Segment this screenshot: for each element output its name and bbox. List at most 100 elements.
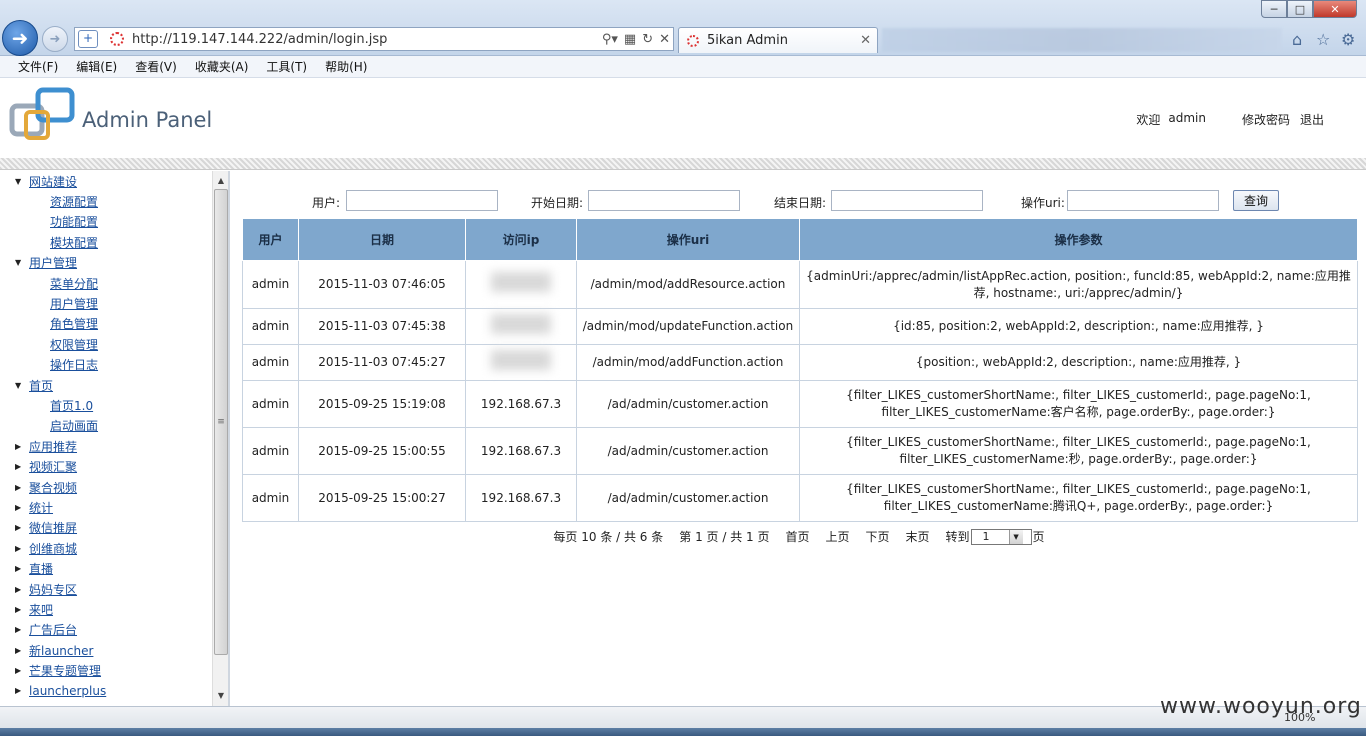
sidebar-group-label[interactable]: 新launcher	[29, 642, 93, 659]
caret-right-icon[interactable]: ▶	[15, 462, 25, 471]
change-password-link[interactable]: 修改密码	[1242, 111, 1290, 128]
sidebar-item-label[interactable]: 功能配置	[50, 213, 98, 230]
sidebar-group-label[interactable]: 芒果专题管理	[29, 662, 101, 679]
sidebar-item[interactable]: 首页1.0	[0, 395, 212, 415]
caret-right-icon[interactable]: ▶	[15, 605, 25, 614]
sidebar-item[interactable]: 功能配置	[0, 212, 212, 232]
sidebar-group-label[interactable]: 创维商城	[29, 540, 77, 557]
sidebar-item-label[interactable]: 模块配置	[50, 234, 98, 251]
url-text[interactable]: http://119.147.144.222/admin/login.jsp	[132, 32, 599, 47]
address-bar[interactable]: + http://119.147.144.222/admin/login.jsp…	[74, 27, 674, 51]
refresh-icon[interactable]: ↻	[642, 32, 653, 47]
pager-last-link[interactable]: 末页	[906, 528, 930, 545]
query-button[interactable]: 查询	[1233, 190, 1279, 211]
menu-file[interactable]: 文件(F)	[18, 58, 58, 75]
sidebar-item-label[interactable]: 首页1.0	[50, 397, 93, 414]
sidebar-item[interactable]: 权限管理	[0, 334, 212, 354]
scroll-up-icon[interactable]: ▲	[213, 173, 228, 189]
sidebar-group[interactable]: ▶ 妈妈专区	[0, 579, 212, 599]
caret-right-icon[interactable]: ▶	[15, 666, 25, 675]
sidebar-item[interactable]: 启动画面	[0, 416, 212, 436]
sidebar-group[interactable]: ▼ 网站建设	[0, 171, 212, 191]
logout-link[interactable]: 退出	[1300, 111, 1324, 128]
pager-next-link[interactable]: 下页	[866, 528, 890, 545]
stop-icon[interactable]: ✕	[659, 32, 670, 47]
sidebar-group[interactable]: ▼ 首页	[0, 375, 212, 395]
caret-right-icon[interactable]: ▶	[15, 625, 25, 634]
sidebar-group-label[interactable]: 用户管理	[29, 254, 77, 271]
sidebar-item-label[interactable]: 资源配置	[50, 193, 98, 210]
sidebar-item-label[interactable]: 操作日志	[50, 356, 98, 373]
sidebar-group[interactable]: ▶ 聚合视频	[0, 477, 212, 497]
compatibility-view-button[interactable]: +	[78, 30, 98, 48]
sidebar-group[interactable]: ▶ 来吧	[0, 599, 212, 619]
sidebar-group-label[interactable]: 微信推屏	[29, 519, 77, 536]
sidebar-group[interactable]: ▶ 统计	[0, 497, 212, 517]
sidebar-item-label[interactable]: 菜单分配	[50, 275, 98, 292]
sidebar-group[interactable]: ▶ 芒果专题管理	[0, 660, 212, 680]
page-select[interactable]: 1 ▼	[970, 528, 1032, 545]
sidebar-group-label[interactable]: 来吧	[29, 601, 53, 618]
sidebar-group[interactable]: ▶ 微信推屏	[0, 518, 212, 538]
sidebar-item[interactable]: 用户管理	[0, 293, 212, 313]
search-icon[interactable]: ⚲▾	[602, 32, 618, 47]
sidebar-group[interactable]: ▶ 创维商城	[0, 538, 212, 558]
sidebar-group-label[interactable]: 首页	[29, 377, 53, 394]
sidebar-item[interactable]: 角色管理	[0, 314, 212, 334]
home-icon[interactable]: ⌂	[1292, 30, 1302, 49]
sidebar-item-label[interactable]: 权限管理	[50, 336, 98, 353]
caret-right-icon[interactable]: ▶	[15, 483, 25, 492]
menu-favorites[interactable]: 收藏夹(A)	[195, 58, 249, 75]
user-filter-input[interactable]	[346, 190, 498, 211]
caret-right-icon[interactable]: ▶	[15, 564, 25, 573]
caret-down-icon[interactable]: ▼	[15, 381, 25, 390]
menu-view[interactable]: 查看(V)	[135, 58, 177, 75]
sidebar-group[interactable]: ▶ 新launcher	[0, 640, 212, 660]
back-button[interactable]: ➜	[2, 20, 38, 56]
sidebar-group-label[interactable]: 广告后台	[29, 621, 77, 638]
sidebar-group-label[interactable]: 视频汇聚	[29, 458, 77, 475]
caret-down-icon[interactable]: ▼	[15, 258, 25, 267]
caret-right-icon[interactable]: ▶	[15, 686, 25, 695]
menu-edit[interactable]: 编辑(E)	[76, 58, 117, 75]
end-date-input[interactable]	[831, 190, 983, 211]
sidebar-item[interactable]: 资源配置	[0, 191, 212, 211]
sidebar-item[interactable]: 菜单分配	[0, 273, 212, 293]
browser-tab[interactable]: 5ikan Admin ✕	[678, 27, 878, 53]
sidebar-group[interactable]: ▶ 应用推荐	[0, 436, 212, 456]
sidebar-item-label[interactable]: 用户管理	[50, 295, 98, 312]
sidebar-group[interactable]: ▶ 直播	[0, 558, 212, 578]
sidebar-group-label[interactable]: 妈妈专区	[29, 581, 77, 598]
sidebar-group-label[interactable]: 聚合视频	[29, 479, 77, 496]
caret-right-icon[interactable]: ▶	[15, 544, 25, 553]
sidebar-item[interactable]: 操作日志	[0, 355, 212, 375]
menu-tools[interactable]: 工具(T)	[266, 58, 307, 75]
caret-down-icon[interactable]: ▼	[15, 177, 25, 186]
caret-right-icon[interactable]: ▶	[15, 646, 25, 655]
start-date-input[interactable]	[588, 190, 740, 211]
sidebar-scrollbar[interactable]: ▲ ≡ ▼	[212, 171, 228, 706]
maximize-button[interactable]: □	[1287, 0, 1313, 18]
uri-filter-input[interactable]	[1067, 190, 1219, 211]
sidebar-group-label[interactable]: launcherplus	[29, 684, 106, 698]
caret-right-icon[interactable]: ▶	[15, 523, 25, 532]
caret-right-icon[interactable]: ▶	[15, 442, 25, 451]
menu-help[interactable]: 帮助(H)	[325, 58, 367, 75]
gear-icon[interactable]: ⚙	[1341, 30, 1355, 49]
sidebar-item-label[interactable]: 启动画面	[50, 417, 98, 434]
sidebar-group[interactable]: ▶ 广告后台	[0, 620, 212, 640]
compat-icon[interactable]: ▦	[624, 32, 636, 47]
sidebar-item-label[interactable]: 角色管理	[50, 315, 98, 332]
tab-close-icon[interactable]: ✕	[860, 33, 871, 48]
forward-button[interactable]: ➜	[42, 26, 68, 52]
caret-right-icon[interactable]: ▶	[15, 503, 25, 512]
pager-prev-link[interactable]: 上页	[825, 528, 849, 545]
scroll-down-icon[interactable]: ▼	[213, 688, 228, 704]
sidebar-group-label[interactable]: 直播	[29, 560, 53, 577]
caret-right-icon[interactable]: ▶	[15, 585, 25, 594]
favorites-star-icon[interactable]: ☆	[1316, 30, 1330, 49]
close-window-button[interactable]: ✕	[1313, 0, 1357, 18]
pager-first-link[interactable]: 首页	[785, 528, 809, 545]
sidebar-group-label[interactable]: 统计	[29, 499, 53, 516]
scrollbar-thumb[interactable]: ≡	[214, 189, 228, 655]
